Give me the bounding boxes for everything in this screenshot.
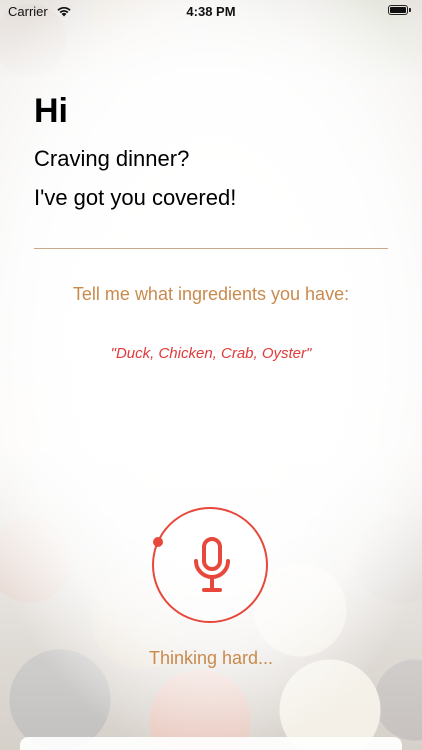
bottom-sheet-edge — [20, 737, 402, 750]
voice-status-label: Thinking hard... — [148, 648, 274, 668]
ingredients-example: "Duck, Chicken, Crab, Oyster" — [110, 345, 312, 362]
ingredients-prompt: Tell me what ingredients you have: — [72, 284, 350, 304]
clock: 4:38 PM — [186, 4, 236, 19]
greeting-title: Hi — [34, 92, 68, 130]
app-screen: Carrier 4:38 PM Hi Craving dinner? I've … — [0, 0, 422, 750]
divider — [34, 248, 388, 249]
mic-button[interactable] — [152, 507, 268, 623]
greeting-line-1: Craving dinner? — [34, 146, 190, 171]
battery-icon — [388, 5, 412, 16]
greeting-line-2: I've got you covered! — [34, 185, 237, 210]
microphone-icon — [194, 537, 230, 592]
recording-indicator-dot — [153, 537, 163, 547]
status-bar: Carrier 4:38 PM — [0, 0, 422, 24]
